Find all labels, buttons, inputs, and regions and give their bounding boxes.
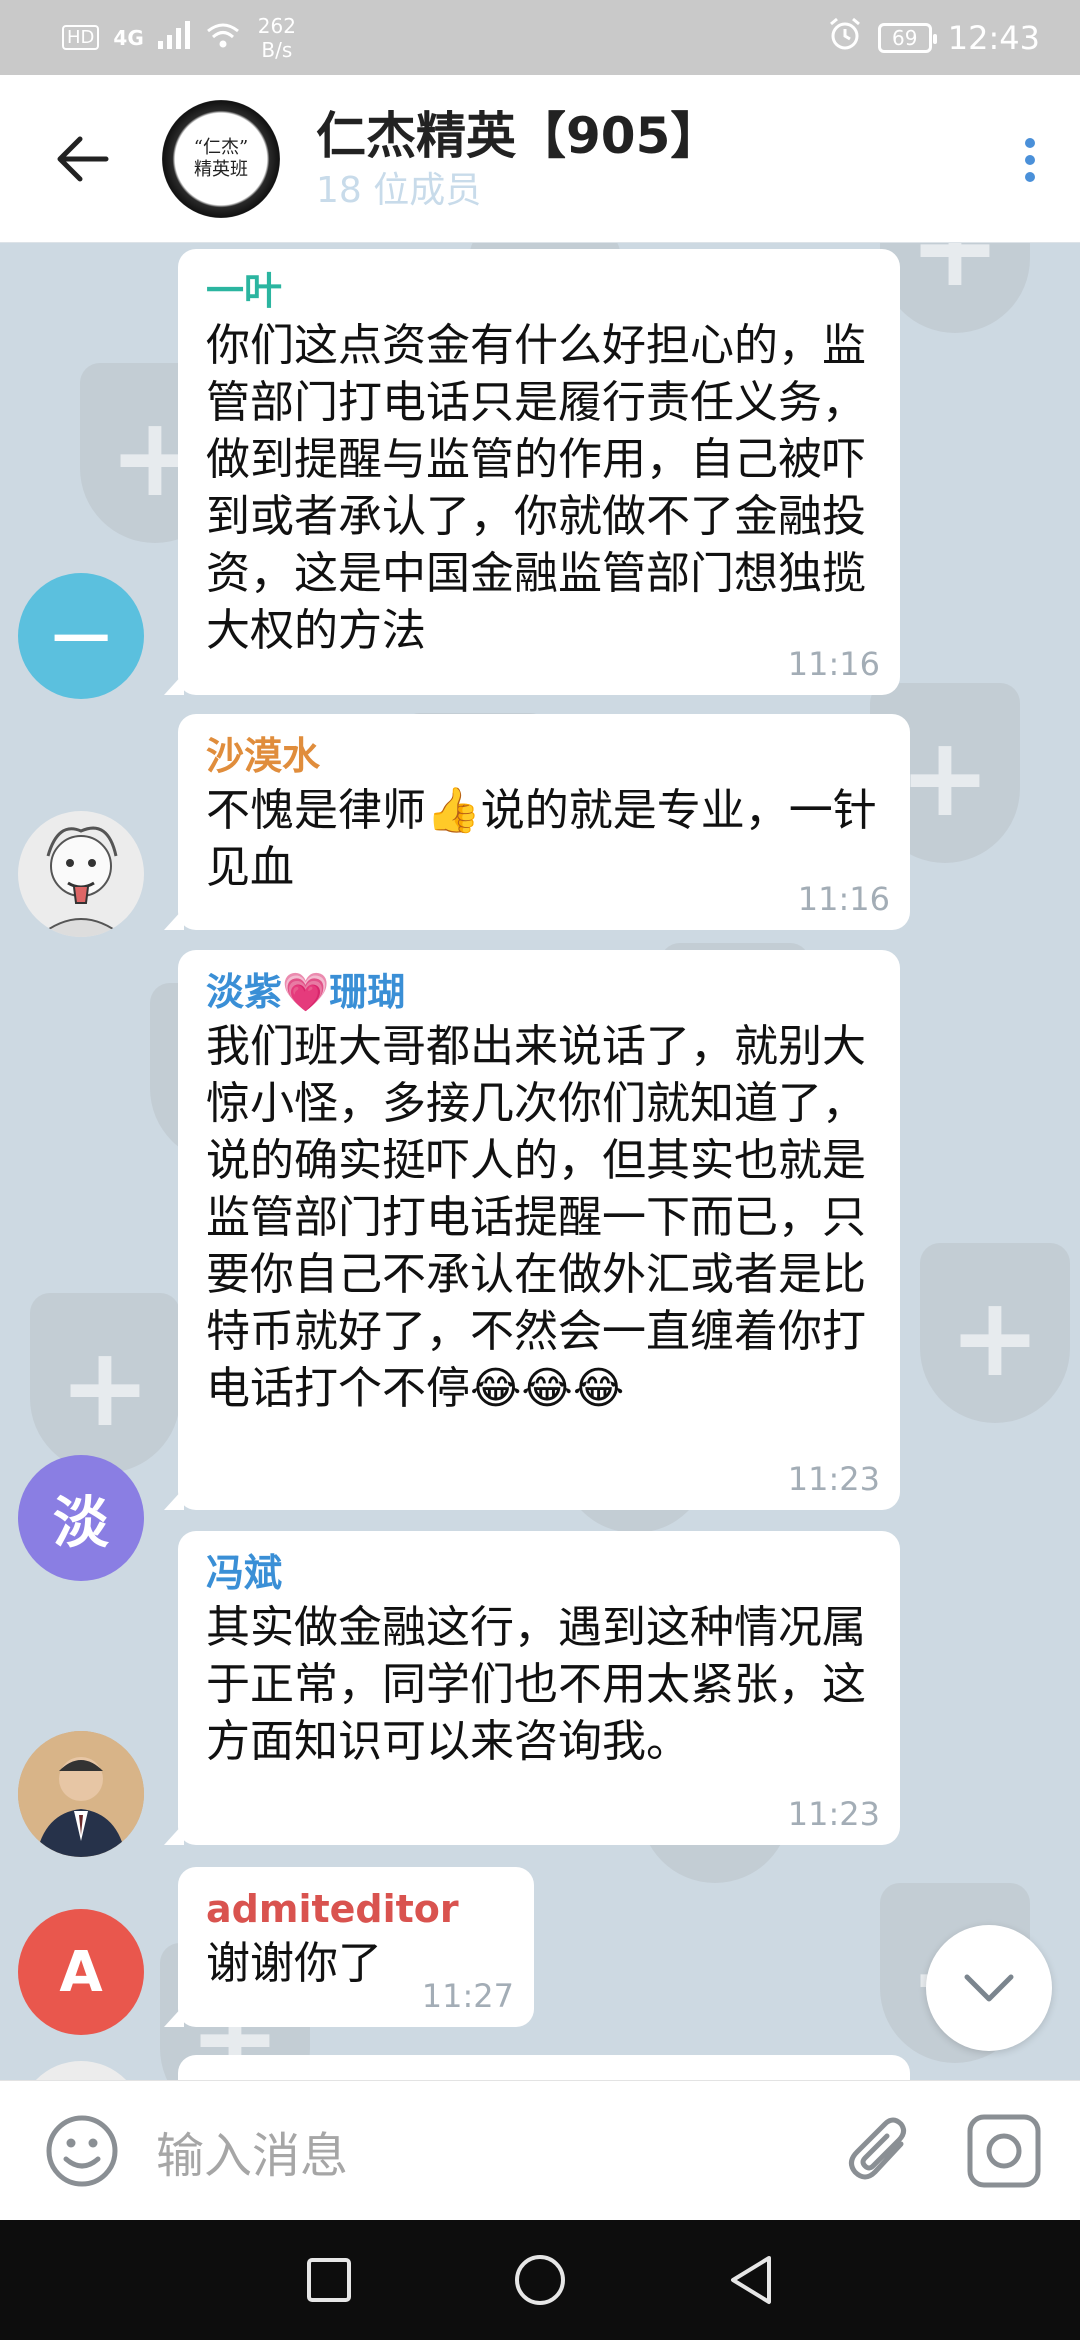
avatar[interactable] [18,811,144,937]
chat-header: “仁杰” 精英班 仁杰精英【905】 18 位成员 [0,75,1080,243]
emoji-icon[interactable] [44,2113,120,2189]
message-time: 11:27 [421,1977,514,2015]
status-bar: HD 4G 262 B/s 69 12:43 [0,0,1080,75]
speed-unit: B/s [261,37,293,62]
message-text: 你们这点资金有什么好担心的，监管部门打电话只是履行责任义务，做到提醒与监管的作用… [206,320,866,656]
scroll-down-button[interactable] [926,1925,1052,2051]
more-vert-dot [1025,155,1035,165]
chat-title-block[interactable]: 仁杰精英【905】 18 位成员 [316,104,720,214]
message-time: 11:23 [787,1460,880,1498]
message-input[interactable]: 输入消息 [156,2116,838,2186]
avatar[interactable] [18,2061,144,2080]
message-text: 其实做金融这行，遇到这种情况属于正常，同学们也不用太紧张，这方面知识可以来咨询我… [206,1602,866,1767]
battery-icon: 69 [877,22,937,53]
back-nav-icon[interactable] [727,2254,775,2306]
message-bubble[interactable]: 一叶 你们这点资金有什么好担心的，监管部门打电话只是履行责任义务，做到提醒与监管… [164,249,900,695]
sender-name[interactable]: 冯斌 [206,1547,872,1599]
message-time: 11:16 [797,880,890,918]
message-time: 11:16 [787,645,880,683]
watermark-shield-icon [880,243,1030,333]
message-bubble[interactable] [178,2055,910,2080]
paperclip-icon [849,2117,907,2179]
message-composer: 输入消息 [0,2080,1080,2220]
avatar[interactable]: 一 [18,573,144,699]
home-icon[interactable] [513,2253,567,2307]
sender-name[interactable]: 一叶 [206,265,872,317]
recents-icon[interactable] [305,2256,353,2304]
message-bubble[interactable]: 淡紫💗珊瑚 我们班大哥都出来说话了，就别大惊小怪，多接几次你们就知道了，说的确实… [164,950,900,1510]
more-vert-dot [1025,172,1035,182]
chevron-down-icon [964,1974,1014,2002]
net-speed: 262 B/s [258,14,296,62]
arrow-left-icon [57,136,109,181]
member-count: 18 位成员 [316,169,482,211]
battery-level: 69 [892,25,918,50]
signal-icon [157,20,192,55]
avatar[interactable]: A [18,1909,144,2035]
back-button[interactable] [22,99,142,219]
camera-icon[interactable] [966,2113,1042,2189]
group-avatar[interactable]: “仁杰” 精英班 [162,99,280,218]
message-text: 不愧是律师👍说的就是专业，一针见血 [206,785,877,893]
group-avatar-line1: “仁杰” [193,136,249,158]
attach-button[interactable] [838,2111,918,2191]
more-vert-icon [1025,138,1035,148]
sender-name[interactable]: 沙漠水 [206,730,882,782]
message-bubble[interactable]: 沙漠水 不愧是律师👍说的就是专业，一针见血 11:16 [164,714,910,930]
chat-title: 仁杰精英【905】 [316,106,721,165]
avatar-portrait-icon [18,1731,144,1857]
alarm-icon [828,17,862,59]
watermark-shield-icon [30,1293,180,1473]
sender-name[interactable]: 淡紫💗珊瑚 [206,966,872,1018]
sender-name[interactable]: admiteditor [206,1883,506,1935]
clock: 12:43 [947,18,1040,57]
avatar-portrait-icon [37,826,125,937]
message-bubble[interactable]: admiteditor 谢谢你了 11:27 [164,1867,534,2027]
network-label: 4G [113,25,144,50]
avatar[interactable] [18,1731,144,1857]
wifi-icon [206,21,240,55]
speed-value: 262 [257,13,296,38]
avatar[interactable]: 淡 [18,1455,144,1581]
group-avatar-line2: 精英班 [194,158,248,180]
watermark-shield-icon [920,1243,1070,1423]
message-time: 11:23 [787,1795,880,1833]
message-list[interactable]: 一 一叶 你们这点资金有什么好担心的，监管部门打电话只是履行责任义务，做到提醒与… [0,243,1080,2080]
hd-indicator: HD [62,25,100,50]
system-nav-bar [0,2220,1080,2340]
message-bubble[interactable]: 冯斌 其实做金融这行，遇到这种情况属于正常，同学们也不用太紧张，这方面知识可以来… [164,1531,900,1845]
more-menu-button[interactable] [1010,125,1050,195]
message-text: 我们班大哥都出来说话了，就别大惊小怪，多接几次你们就知道了，说的确实挺吓人的，但… [206,1021,866,1414]
